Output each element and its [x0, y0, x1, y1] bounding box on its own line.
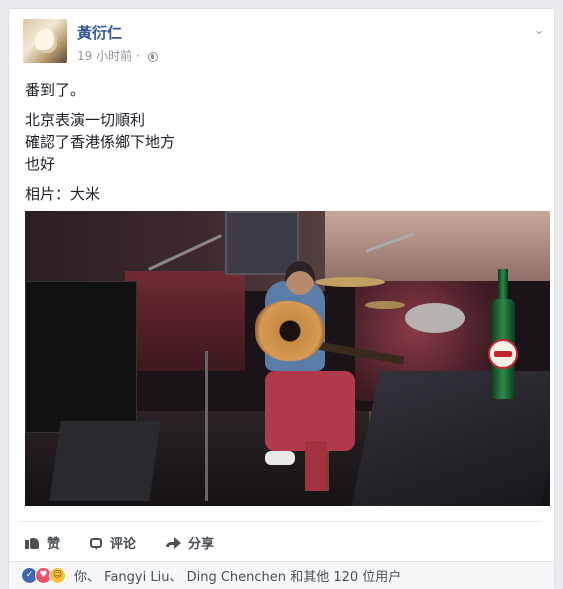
- author-avatar[interactable]: [23, 19, 67, 63]
- meta-separator: ·: [135, 49, 140, 63]
- reaction-person-2[interactable]: Ding Chenchen: [187, 570, 286, 585]
- photo-mic-stand: [205, 351, 208, 501]
- reactions-bar: ✓ ♥ ☺ 你、 Fangyi Liu、 Ding Chenchen 和其他 1…: [9, 561, 554, 589]
- bottle-neck: [498, 269, 508, 303]
- like-button[interactable]: 赞: [25, 527, 60, 557]
- avatar-image: [35, 29, 57, 53]
- post-header: 黃衍仁 19 小时前 · ⌄: [23, 19, 544, 69]
- divider: [21, 521, 542, 522]
- photo-speaker: [225, 211, 299, 275]
- photo-beer-bottle: [485, 269, 521, 399]
- photo-cymbal: [365, 301, 405, 309]
- globe-icon[interactable]: [147, 52, 158, 62]
- reaction-names: 你、 Fangyi Liu、 Ding Chenchen 和其他 120 位用户: [74, 566, 401, 585]
- thumbs-up-icon: [25, 535, 39, 549]
- post-text-line: 番到了。: [25, 81, 86, 99]
- post-time[interactable]: 19 小时前: [77, 49, 132, 63]
- photo-performer-shoe: [265, 451, 295, 465]
- post-text-line: 北京表演一切順利: [25, 111, 146, 129]
- photo-drum: [405, 303, 465, 333]
- share-arrow-icon: [166, 535, 182, 549]
- photo-performer-legs: [265, 371, 355, 451]
- reaction-you[interactable]: 你: [74, 570, 87, 585]
- like-label: 赞: [47, 536, 61, 552]
- photo-guitar: [255, 301, 325, 361]
- post-text-line: 相片：大米: [25, 185, 101, 203]
- comment-button[interactable]: 评论: [90, 527, 136, 557]
- reaction-others[interactable]: 和其他 120 位用户: [290, 570, 401, 585]
- photo-shelf: [125, 271, 245, 371]
- post-card: 黃衍仁 19 小时前 · ⌄ 番到了。 北京表演一切順利 確認了香港係鄉下地方 …: [8, 8, 555, 589]
- share-label: 分享: [188, 536, 215, 552]
- post-text: 番到了。 北京表演一切順利 確認了香港係鄉下地方 也好 相片：大米: [25, 79, 175, 205]
- photo-performer-head: [285, 261, 315, 295]
- bottle-label: [488, 339, 518, 369]
- chevron-down-icon[interactable]: ⌄: [534, 23, 544, 37]
- comment-icon: [90, 538, 103, 550]
- photo-amp: [25, 281, 137, 433]
- share-button[interactable]: 分享: [166, 527, 214, 557]
- post-text-line: 確認了香港係鄉下地方: [25, 133, 176, 151]
- reaction-icons[interactable]: ✓ ♥ ☺: [21, 567, 66, 584]
- post-actions: 赞 评论 分享: [25, 527, 214, 557]
- haha-reaction-icon: ☺: [49, 567, 66, 584]
- author-name[interactable]: 黃衍仁: [77, 22, 122, 43]
- post-text-line: 也好: [25, 155, 56, 173]
- post-meta: 19 小时前 ·: [77, 47, 158, 64]
- photo-wedge-monitor: [49, 421, 161, 501]
- photo-performer-shin: [305, 441, 327, 491]
- comment-label: 评论: [110, 536, 137, 552]
- reaction-person-1[interactable]: Fangyi Liu: [104, 570, 169, 585]
- reaction-separator: 、: [87, 570, 101, 585]
- post-photo[interactable]: [25, 211, 550, 506]
- reaction-separator: 、: [169, 570, 183, 585]
- photo-cymbal: [315, 277, 385, 287]
